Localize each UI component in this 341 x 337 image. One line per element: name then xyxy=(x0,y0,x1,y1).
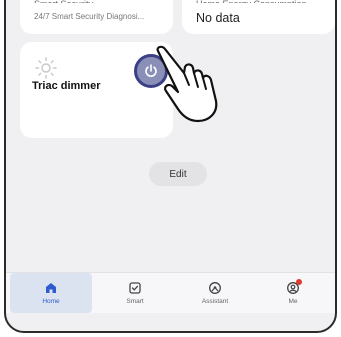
assistant-icon xyxy=(209,282,221,294)
sun-icon xyxy=(35,57,57,79)
energy-card[interactable]: Home Energy Consumption No data xyxy=(182,0,335,34)
phone-frame: Smart Security 24/7 Smart Security Diagn… xyxy=(4,0,337,333)
energy-card-title: Home Energy Consumption xyxy=(196,0,307,9)
security-card[interactable]: Smart Security 24/7 Smart Security Diagn… xyxy=(20,0,173,34)
energy-card-value: No data xyxy=(196,11,240,25)
device-name: Triac dimmer xyxy=(32,80,101,92)
tab-home[interactable]: Home xyxy=(10,273,92,313)
tab-smart-label: Smart xyxy=(126,298,144,305)
tab-me[interactable]: Me xyxy=(252,273,334,313)
device-card-triac-dimmer[interactable]: Triac dimmer xyxy=(20,42,173,138)
edit-button[interactable]: Edit xyxy=(149,162,207,186)
security-card-title: Smart Security xyxy=(34,0,94,9)
smart-icon xyxy=(129,282,141,294)
notification-badge xyxy=(296,279,302,285)
home-icon xyxy=(46,283,56,293)
tab-smart[interactable]: Smart xyxy=(94,273,176,313)
security-card-subtitle: 24/7 Smart Security Diagnosi... xyxy=(34,12,145,21)
tab-assistant[interactable]: Assistant xyxy=(174,273,256,313)
tab-home-label: Home xyxy=(42,298,60,305)
pointing-hand-icon xyxy=(156,45,218,123)
bottom-tab-bar: Home Smart Assistant Me xyxy=(6,272,335,313)
tab-me-label: Me xyxy=(288,298,298,305)
tab-assistant-label: Assistant xyxy=(201,298,229,305)
